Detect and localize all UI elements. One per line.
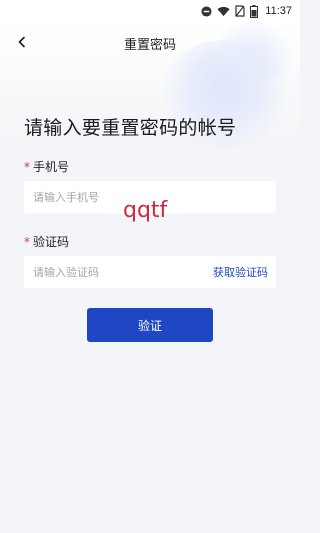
page-title: 重置密码	[123, 38, 176, 53]
do-not-disturb-icon	[201, 5, 212, 17]
get-code-button[interactable]: 获取验证码	[213, 264, 268, 280]
nav-bar: 重置密码	[0, 22, 300, 62]
required-mark: *	[24, 235, 30, 249]
status-bar: 11:37	[0, 0, 300, 22]
phone-label: * 手机号	[24, 158, 69, 175]
status-time: 11:37	[265, 5, 292, 17]
verify-button[interactable]: 验证	[87, 308, 213, 342]
page-heading: 请输入要重置密码的帐号	[24, 117, 237, 139]
phone-label-text: 手机号	[33, 160, 70, 174]
code-label: * 验证码	[24, 233, 69, 250]
code-input[interactable]	[24, 256, 204, 288]
code-label-text: 验证码	[33, 235, 70, 249]
no-sim-icon	[235, 5, 245, 17]
required-mark: *	[24, 160, 30, 174]
wifi-icon	[217, 6, 230, 17]
battery-icon	[250, 4, 259, 18]
overlay-text: qqtf	[123, 198, 168, 223]
code-field[interactable]: 获取验证码	[24, 256, 276, 288]
